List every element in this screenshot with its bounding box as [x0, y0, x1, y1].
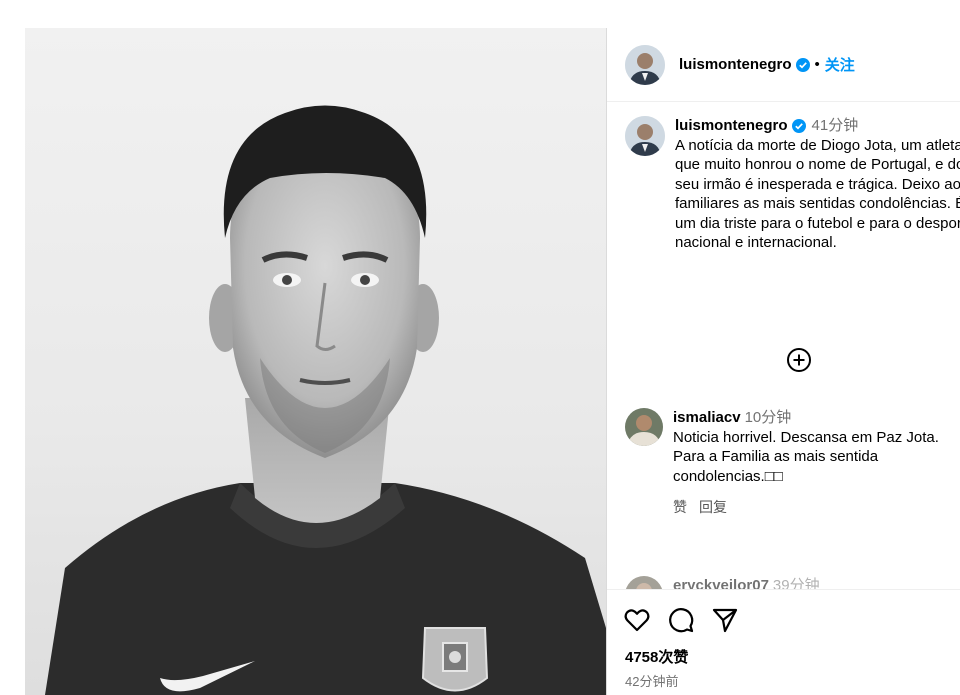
post-side-panel: luismontenegro • 关注 luismontenegro 41分钟 …	[606, 28, 960, 695]
comment-username[interactable]: ismaliacv	[673, 409, 741, 426]
follow-button[interactable]: 关注	[825, 54, 855, 75]
header-username[interactable]: luismontenegro	[679, 56, 792, 73]
post-caption: luismontenegro 41分钟 A notícia da morte d…	[625, 116, 960, 253]
avatar[interactable]	[625, 44, 665, 85]
comment-item: ismaliacv 10分钟 Noticia horrivel. Descansa…	[625, 408, 960, 518]
comment-avatar[interactable]	[625, 576, 663, 589]
post-image[interactable]	[25, 28, 606, 695]
share-icon[interactable]	[711, 606, 739, 634]
post-photo	[45, 105, 606, 695]
post-header: luismontenegro • 关注	[607, 28, 960, 102]
verified-badge-icon	[791, 118, 806, 133]
comment-reply-button[interactable]: 回复	[699, 498, 727, 518]
comment-time: 39分钟	[772, 577, 820, 589]
caption-username[interactable]: luismontenegro	[675, 116, 788, 136]
caption-avatar[interactable]	[625, 116, 665, 156]
comment-text-line: Noticia horrivel. Descansa em Paz Jota.	[673, 428, 939, 446]
load-more-comments-button[interactable]	[784, 345, 814, 375]
header-separator: •	[814, 56, 820, 73]
comment-like-button[interactable]: 赞	[673, 498, 687, 518]
comments-list[interactable]: luismontenegro 41分钟 A notícia da morte d…	[607, 102, 960, 589]
post-timestamp: 42分钟前	[625, 674, 679, 689]
comment-avatar[interactable]	[625, 408, 663, 446]
post-action-bar: 4758次赞 42分钟前	[607, 589, 960, 695]
caption-time: 41分钟	[811, 117, 859, 134]
comment-text-line: Para a Familia as mais sentida condolenc…	[673, 448, 879, 485]
add-circle-icon	[787, 348, 811, 372]
comment-username[interactable]: eryckveilor07	[673, 577, 769, 589]
verified-badge-icon	[795, 57, 810, 72]
heart-icon[interactable]	[623, 606, 651, 634]
caption-text: A notícia da morte de Diogo Jota, um atl…	[675, 136, 960, 252]
comment-time: 10分钟	[744, 409, 792, 426]
comment-item: eryckveilor07 39分钟	[625, 576, 960, 589]
likes-count[interactable]: 4758次赞	[625, 646, 688, 667]
comment-icon[interactable]	[667, 606, 695, 634]
